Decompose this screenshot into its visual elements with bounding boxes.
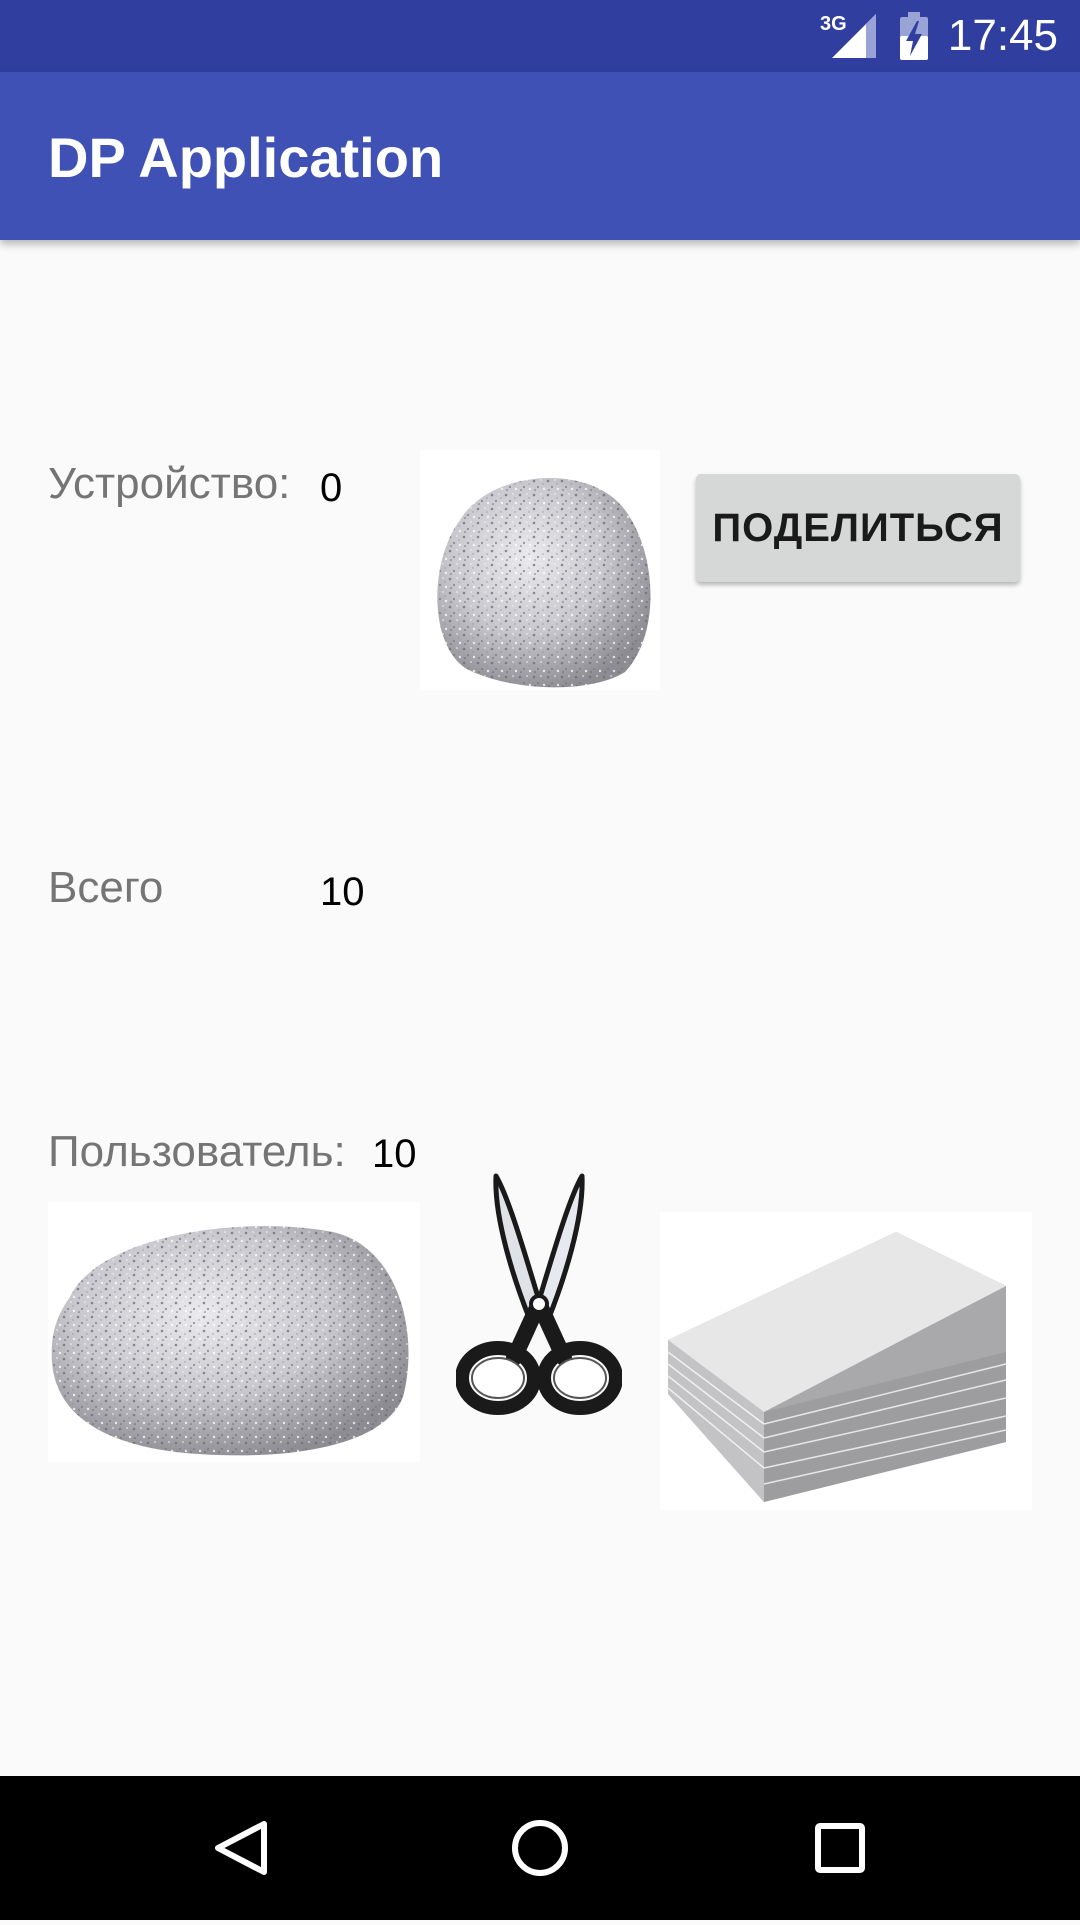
user-score: 10 [372,1132,417,1176]
home-icon [512,1820,568,1876]
paper-choice-button[interactable] [660,1212,1032,1510]
share-button[interactable]: ПОДЕЛИТЬСЯ [696,474,1020,582]
clock: 17:45 [947,11,1058,60]
navigation-bar [0,1776,1080,1920]
device-score: 0 [320,466,343,510]
app-title: DP Application [48,126,444,189]
total-score: 10 [320,870,365,914]
user-label: Пользователь: [48,1127,346,1176]
battery-charging-icon [898,12,930,65]
device-label: Устройство: [48,459,291,508]
scissors-choice-button[interactable] [456,1170,622,1420]
total-label: Всего [48,863,164,912]
back-icon [215,1821,267,1875]
recents-button[interactable] [760,1776,920,1920]
home-button[interactable] [460,1776,620,1920]
back-button[interactable] [160,1776,320,1920]
device-choice-rock-image [420,450,660,690]
signal-icon: 3G [820,12,876,63]
status-bar: 3G 17:45 [0,0,1080,72]
rock-choice-button[interactable] [48,1202,420,1462]
recents-icon [815,1823,865,1873]
app-bar: DP Application [0,72,1080,240]
network-type-label: 3G [820,13,847,35]
